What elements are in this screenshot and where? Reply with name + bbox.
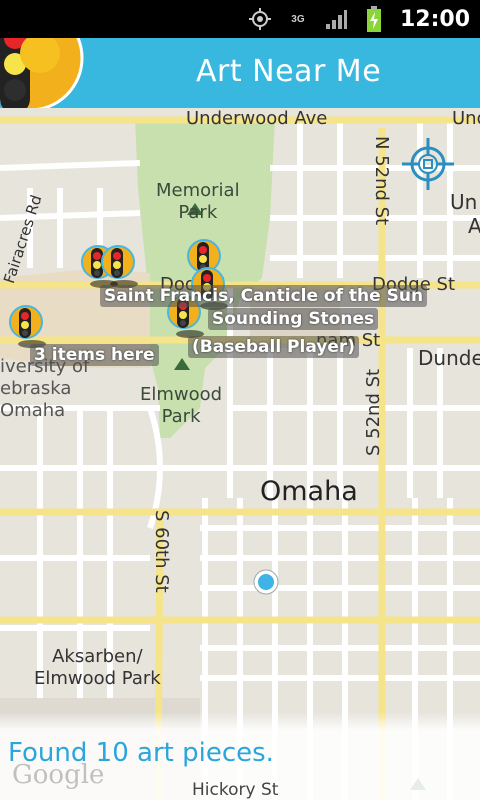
street-label-underwood-right: Und bbox=[452, 108, 480, 129]
traffic-light-logo-icon[interactable] bbox=[0, 38, 90, 108]
my-location-icon[interactable] bbox=[398, 134, 458, 194]
marker-label-baseball-player[interactable]: (Baseball Player) bbox=[188, 336, 360, 358]
place-label-aksarben: Aksarben/ Elmwood Park bbox=[34, 646, 161, 689]
map-canvas bbox=[0, 116, 480, 800]
marker-label-sounding-stones[interactable]: Sounding Stones bbox=[208, 308, 379, 330]
street-label-s52nd: S 52nd St bbox=[363, 368, 384, 456]
marker-label-3-items[interactable]: 3 items here bbox=[30, 344, 159, 366]
network-label: 3G bbox=[291, 13, 305, 25]
place-label-omaha: Omaha bbox=[260, 476, 358, 507]
battery-charging-icon bbox=[362, 6, 386, 32]
map-view[interactable]: Underwood Ave Und N 52nd St Fairacres Rd… bbox=[0, 108, 480, 800]
app-bar: Art Near Me bbox=[0, 38, 480, 108]
status-bar: 3G 12:00 bbox=[0, 0, 480, 38]
clock: 12:00 bbox=[399, 6, 470, 32]
place-label-elmwood-park: Elmwood Park bbox=[140, 384, 223, 427]
gps-icon bbox=[248, 7, 272, 31]
place-label-memorial-park: Memorial Park bbox=[156, 180, 240, 223]
street-label-hickory: Hickory St bbox=[192, 780, 279, 800]
current-location-dot-icon bbox=[253, 569, 279, 595]
3g-icon: 3G bbox=[286, 7, 310, 31]
street-label-n52nd: N 52nd St bbox=[371, 136, 392, 226]
street-label-a: A bbox=[468, 214, 480, 238]
place-label-dundee: Dunde bbox=[418, 346, 480, 370]
street-label-s60th: S 60th St bbox=[151, 510, 172, 593]
app-title: Art Near Me bbox=[196, 54, 382, 89]
signal-icon bbox=[324, 7, 348, 31]
marker-label-saint-francis[interactable]: Saint Francis, Canticle of the Sun bbox=[100, 285, 428, 307]
results-status-text: Found 10 art pieces. bbox=[8, 738, 274, 768]
art-marker-icon[interactable] bbox=[100, 244, 140, 290]
results-footer: Google Hickory St Found 10 art pieces. bbox=[0, 712, 480, 800]
street-label-underwood: Underwood Ave bbox=[186, 108, 328, 129]
